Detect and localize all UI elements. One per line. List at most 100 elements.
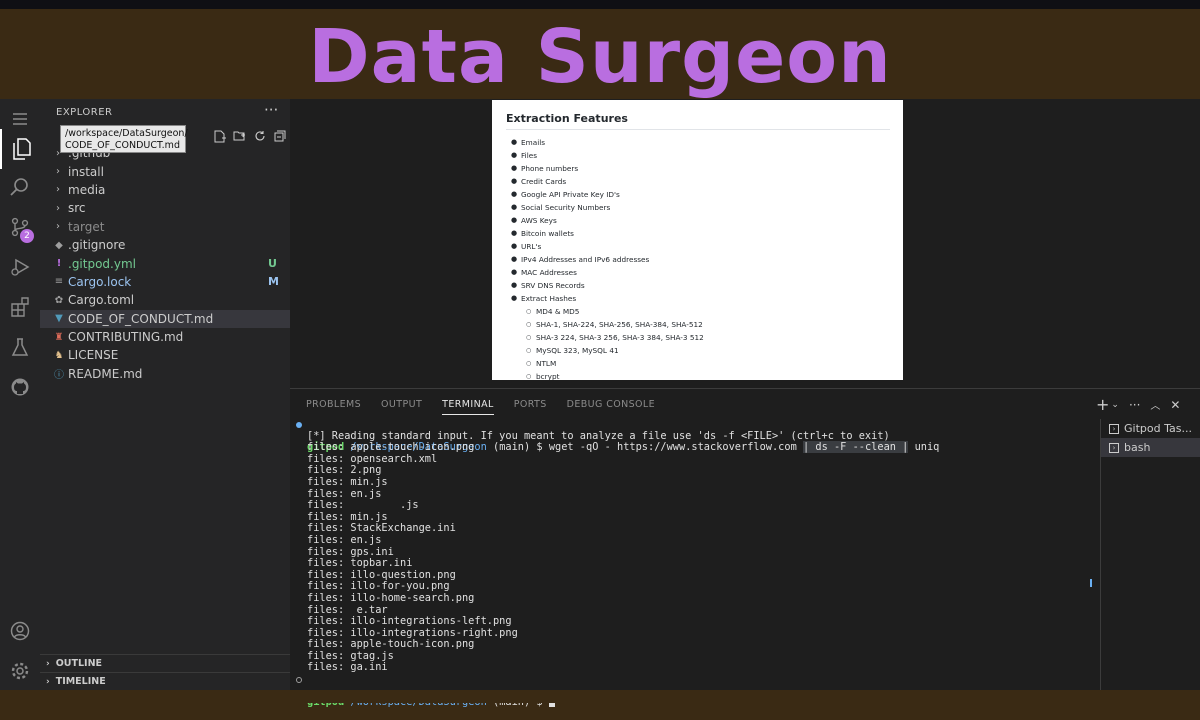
list-item: ● Emails bbox=[511, 138, 546, 147]
list-item: ● AWS Keys bbox=[511, 216, 557, 225]
refresh-icon[interactable] bbox=[252, 129, 267, 143]
tab-output[interactable]: OUTPUT bbox=[381, 399, 422, 415]
list-item: ● Social Security Numbers bbox=[511, 203, 611, 212]
list-item: ● Google API Private Key ID's bbox=[511, 190, 620, 199]
list-item: ● Bitcoin wallets bbox=[511, 229, 574, 238]
scrollbar-marker bbox=[1090, 579, 1092, 587]
explorer-sidebar: EXPLORER ··· /workspace/DataSurgeon/ COD… bbox=[40, 99, 290, 690]
chevron-right-icon: › bbox=[56, 221, 60, 233]
list-item: ● MAC Addresses bbox=[511, 268, 577, 277]
close-panel-icon[interactable]: ✕ bbox=[1170, 398, 1180, 412]
collapse-all-icon[interactable] bbox=[272, 129, 287, 143]
list-item: ● Credit Cards bbox=[511, 177, 567, 186]
tree-file-readme[interactable]: ⓘ README.md bbox=[40, 365, 290, 383]
explorer-title: EXPLORER bbox=[56, 107, 113, 118]
new-folder-icon[interactable] bbox=[232, 129, 247, 143]
maximize-panel-icon[interactable]: ︿ bbox=[1150, 397, 1160, 412]
chevron-right-icon: › bbox=[46, 676, 50, 687]
license-file-icon: ♞ bbox=[54, 349, 64, 361]
info-file-icon: ⓘ bbox=[54, 370, 64, 382]
chevron-down-icon[interactable]: ⌄ bbox=[1111, 400, 1119, 410]
panel-toolbar: + ⌄ ··· ︿ ✕ bbox=[1096, 395, 1180, 414]
window-bottom-strip bbox=[0, 690, 1200, 703]
person-file-icon: ♜ bbox=[54, 331, 64, 343]
terminal-icon: › bbox=[1109, 423, 1119, 434]
terminal-line: files: gps.ini bbox=[307, 545, 394, 558]
terminal-item-gitpod-tasks[interactable]: › Gitpod Tas... bbox=[1101, 419, 1200, 438]
preview-divider bbox=[506, 129, 890, 130]
tooltip-line-2: CODE_OF_CONDUCT.md bbox=[65, 140, 180, 151]
tab-terminal[interactable]: TERMINAL bbox=[442, 399, 494, 415]
editor-area: Extraction Features ● Emails ● Files ● Phon… bbox=[290, 99, 1200, 388]
tree-file-gitignore[interactable]: ◆ .gitignore bbox=[40, 236, 290, 254]
source-control-badge: 2 bbox=[20, 229, 34, 243]
search-icon[interactable] bbox=[0, 167, 40, 207]
terminal-line: files: illo-home-search.png bbox=[307, 591, 475, 604]
terminal-item-bash[interactable]: › bash bbox=[1101, 438, 1200, 457]
window-top-strip bbox=[0, 0, 1200, 9]
tab-debug-console[interactable]: DEBUG CONSOLE bbox=[567, 399, 655, 415]
terminal-line: files: en.js bbox=[307, 533, 382, 546]
sub-list-item: ○ bcrypt bbox=[526, 372, 560, 380]
markdown-preview: Extraction Features ● Emails ● Files ● Phon… bbox=[492, 100, 903, 380]
terminal-line: files: 2.png bbox=[307, 464, 382, 477]
explorer-toolbar bbox=[212, 129, 287, 143]
prompt-status-dot bbox=[296, 677, 302, 684]
settings-icon[interactable] bbox=[0, 651, 40, 691]
testing-icon[interactable] bbox=[0, 327, 40, 367]
timeline-section-header[interactable]: › TIMELINE bbox=[40, 672, 290, 690]
run-debug-icon[interactable] bbox=[0, 247, 40, 287]
terminal-line: files: .js bbox=[307, 499, 419, 512]
tree-file-code-of-conduct[interactable]: ▼ CODE_OF_CONDUCT.md bbox=[40, 309, 290, 328]
source-control-icon[interactable] bbox=[0, 207, 40, 247]
list-item: ● URL's bbox=[511, 242, 542, 251]
panel-tabs: PROBLEMS OUTPUT TERMINAL PORTS DEBUG CON… bbox=[306, 399, 655, 415]
terminal-line: files: opensearch.xml bbox=[307, 452, 438, 465]
tree-file-cargo-lock[interactable]: ≡ Cargo.lock M bbox=[40, 273, 290, 291]
ide-window: 2 EXPLORER ··· /workspace/DataSurgeon/ C… bbox=[0, 99, 1200, 708]
extensions-icon[interactable] bbox=[0, 287, 40, 327]
tab-ports[interactable]: PORTS bbox=[514, 399, 547, 415]
tree-folder-src[interactable]: › src bbox=[40, 199, 290, 217]
tree-file-license[interactable]: ♞ LICENSE bbox=[40, 346, 290, 364]
terminal-icon: › bbox=[1109, 442, 1119, 453]
terminal-line: files: gtag.js bbox=[307, 649, 394, 662]
banner: Data Surgeon bbox=[0, 9, 1200, 100]
gear-file-icon: ◆ bbox=[55, 239, 63, 251]
new-terminal-icon[interactable]: + bbox=[1096, 395, 1109, 414]
terminal-prompt-line: gitpod /workspace/DataSurgeon (main) $ bbox=[296, 674, 1093, 708]
tab-problems[interactable]: PROBLEMS bbox=[306, 399, 361, 415]
chevron-right-icon: › bbox=[56, 184, 60, 196]
tree-folder-install[interactable]: › install bbox=[40, 162, 290, 180]
status-untracked-badge: U bbox=[268, 257, 277, 271]
list-item: ● SRV DNS Records bbox=[511, 281, 585, 290]
github-icon[interactable] bbox=[0, 367, 40, 407]
list-item: ● Extract Hashes bbox=[511, 294, 577, 303]
tree-folder-target[interactable]: › target bbox=[40, 218, 290, 236]
new-file-icon[interactable] bbox=[212, 129, 227, 143]
sub-list-item: ○ MySQL 323, MySQL 41 bbox=[526, 346, 619, 355]
sub-list-item: ○ MD4 & MD5 bbox=[526, 307, 580, 316]
tree-file-cargo-toml[interactable]: ✿ Cargo.toml bbox=[40, 291, 290, 309]
outline-section-header[interactable]: › OUTLINE bbox=[40, 654, 290, 672]
sub-list-item: ○ NTLM bbox=[526, 359, 557, 368]
tree-file-contributing[interactable]: ♜ CONTRIBUTING.md bbox=[40, 328, 290, 346]
preview-heading: Extraction Features bbox=[506, 112, 628, 125]
explorer-icon[interactable] bbox=[0, 129, 40, 169]
terminal-line: files: min.js bbox=[307, 475, 388, 488]
sub-list-item: ○ SHA-1, SHA-224, SHA-256, SHA-384, SHA-5… bbox=[526, 320, 703, 329]
file-tree: › .github › install › media › src › target ◆.… bbox=[40, 144, 290, 383]
terminal-list: › Gitpod Tas... › bash bbox=[1100, 419, 1200, 691]
explorer-more-button[interactable]: ··· bbox=[264, 101, 278, 119]
terminal-output[interactable]: gitpod /workspace/DataSurgeon (main) $ w… bbox=[296, 419, 1093, 708]
chevron-right-icon: › bbox=[56, 202, 60, 214]
terminal-line: files: ga.ini bbox=[307, 661, 388, 674]
terminal-line: files: apple-touch-icon.png bbox=[307, 638, 475, 651]
status-modified-badge: M bbox=[268, 275, 279, 289]
more-actions-icon[interactable]: ··· bbox=[1129, 398, 1140, 412]
bottom-panel: PROBLEMS OUTPUT TERMINAL PORTS DEBUG CON… bbox=[290, 388, 1200, 708]
account-icon[interactable] bbox=[0, 611, 40, 651]
tree-folder-media[interactable]: › media bbox=[40, 181, 290, 199]
chevron-right-icon: › bbox=[56, 166, 60, 178]
tree-file-gitpod-yml[interactable]: ! .gitpod.yml U bbox=[40, 254, 290, 272]
